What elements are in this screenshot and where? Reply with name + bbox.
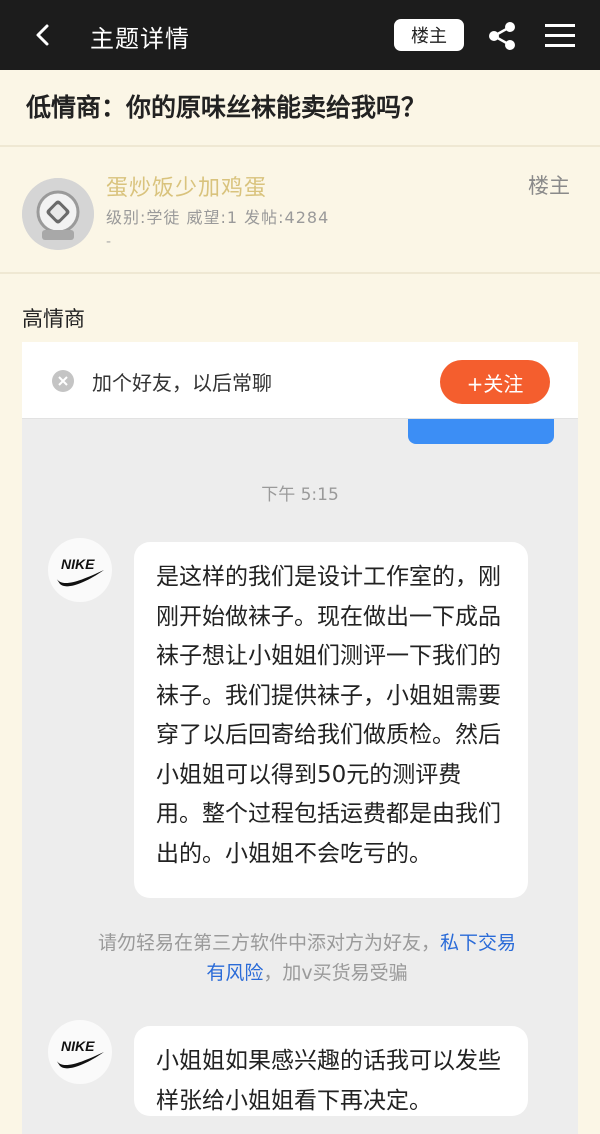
author-info: 级别:学徒 威望:1 发帖:4284	[106, 208, 330, 227]
share-icon[interactable]	[485, 19, 519, 53]
chat-timestamp: 下午 5:15	[261, 485, 339, 505]
sender-avatar: NIKE	[48, 538, 112, 602]
nike-logo-icon: NIKE	[56, 556, 104, 587]
chat-screenshot-image[interactable]: 加个好友，以后常聊 +关注 下午 5:15 NIKE 是这样的我们是设计工作室的…	[22, 342, 578, 1134]
page-title: 主题详情	[90, 25, 190, 53]
chevron-left-icon[interactable]	[28, 18, 58, 52]
divider	[0, 145, 600, 147]
message-bubble: 小姐姐如果感兴趣的话我可以发些样张给小姐姐看下再决定。	[134, 1026, 528, 1116]
svg-text:NIKE: NIKE	[61, 556, 95, 572]
menu-icon[interactable]	[543, 21, 577, 51]
add-friend-bar: 加个好友，以后常聊 +关注	[22, 342, 578, 419]
sender-avatar: NIKE	[48, 1020, 112, 1084]
warning-text: 请勿轻易在第三方软件中添对方为好友，	[97, 932, 440, 954]
diver-helmet-icon	[22, 178, 94, 250]
divider	[0, 272, 600, 274]
svg-text:NIKE: NIKE	[61, 1038, 95, 1054]
author-extra: -	[106, 234, 112, 250]
post-title: 低情商：你的原味丝袜能卖给我吗？	[26, 93, 427, 122]
nike-logo-icon: NIKE	[56, 1038, 104, 1069]
top-nav-bar: 主题详情 楼主	[0, 0, 600, 70]
post-content-text: 高情商	[22, 307, 85, 331]
author-name[interactable]: 蛋炒饭少加鸡蛋	[106, 170, 267, 202]
op-tag: 楼主	[528, 174, 570, 198]
follow-button[interactable]: +关注	[440, 360, 550, 404]
close-icon[interactable]	[52, 370, 74, 392]
warning-text-tail: ，加v买货易受骗	[263, 962, 408, 985]
avatar[interactable]	[22, 178, 94, 250]
risk-warning: 请勿轻易在第三方软件中添对方为好友，私下交易有风险，加v买货易受骗	[92, 928, 522, 989]
message-bubble: 是这样的我们是设计工作室的，刚刚开始做袜子。现在做出一下成品袜子想让小姐姐们测评…	[134, 542, 528, 898]
add-friend-prompt: 加个好友，以后常聊	[92, 371, 272, 395]
only-op-button[interactable]: 楼主	[394, 19, 464, 51]
